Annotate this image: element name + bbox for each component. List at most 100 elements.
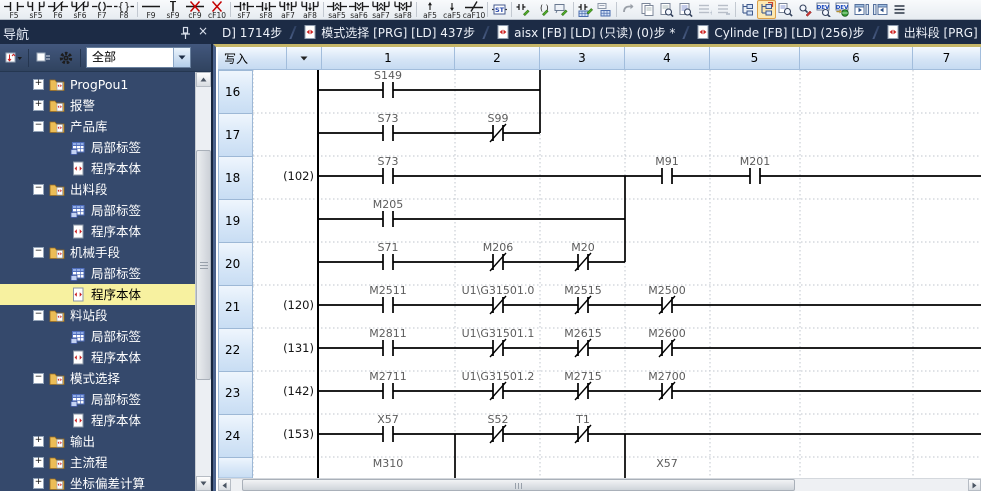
chevron-down-icon[interactable] — [173, 48, 190, 67]
tree-item-坐标偏差计算[interactable]: + 坐标偏差计算 — [0, 473, 195, 491]
tool-rising-pulse-branch-button[interactable]: aF7 — [277, 0, 299, 19]
collapse-icon[interactable]: − — [33, 247, 44, 258]
device-batch-find-button[interactable]: DEV — [814, 0, 833, 19]
expand-icon[interactable]: + — [33, 457, 44, 468]
tree-item-模式选择[interactable]: − 模式选择 — [0, 368, 195, 389]
tool-falling-pulse-close-branch-button[interactable]: saF8 — [392, 0, 414, 19]
find-document-button[interactable] — [657, 0, 676, 19]
tool-falling-pulse-button[interactable]: sF8 — [255, 0, 277, 19]
row-number-cell[interactable]: 19 — [218, 199, 253, 243]
edit-contact-grid-button[interactable] — [576, 0, 595, 19]
ladder-mode-dropdown[interactable] — [287, 47, 322, 70]
undo-gray-button[interactable] — [619, 0, 638, 19]
row-number-cell[interactable]: 23 — [218, 371, 253, 415]
row-number-cell[interactable]: 24 — [218, 414, 253, 458]
tool-close-contact-branch-button[interactable]: sF6 — [69, 0, 91, 19]
tool-invert-result-button[interactable]: aF5 — [419, 0, 441, 19]
tool-falling-pulse-close-button[interactable]: saF6 — [348, 0, 370, 19]
tree-item-局部标签[interactable]: 局部标签 — [0, 263, 195, 284]
edit-coil-button[interactable]: ( ) — [533, 0, 552, 19]
tool-rising-pulse-close-branch-button[interactable]: saF7 — [370, 0, 392, 19]
window-tile-right-button[interactable] — [871, 0, 890, 19]
tree-filter-dropdown[interactable]: 全部 — [86, 47, 191, 68]
row-number-cell[interactable]: 21 — [218, 285, 253, 329]
document-tab[interactable]: D] 1714步 — [213, 20, 291, 44]
tree-item-局部标签[interactable]: 局部标签 — [0, 137, 195, 158]
edit-statement-button[interactable] — [552, 0, 571, 19]
row-number-cell[interactable]: 16 — [218, 70, 253, 114]
row-number-cell[interactable] — [218, 457, 253, 479]
tool-vertical-line-button[interactable]: sF9 — [162, 0, 184, 19]
document-tab[interactable]: 模式选择 [PRG] [LD] 437步 — [295, 20, 484, 44]
collapse-icon[interactable]: − — [33, 310, 44, 321]
row-number-cell[interactable]: 20 — [218, 242, 253, 286]
delete-row-faded-button[interactable] — [714, 0, 733, 19]
copy-document-button[interactable] — [638, 0, 657, 19]
tool-open-contact-button[interactable]: F5 — [3, 0, 25, 19]
tree-item-程序本体[interactable]: 程序本体 — [0, 284, 195, 305]
tool-delete-line-button[interactable]: caF10 — [463, 0, 485, 19]
tree-display-button[interactable] — [738, 0, 757, 19]
tree-item-局部标签[interactable]: 局部标签 — [0, 326, 195, 347]
find-document-alt-button[interactable] — [676, 0, 695, 19]
edit-contact-button[interactable] — [514, 0, 533, 19]
tree-item-局部标签[interactable]: 局部标签 — [0, 200, 195, 221]
settings-gear-icon[interactable] — [56, 48, 75, 67]
tree-item-料站段[interactable]: − 料站段 — [0, 305, 195, 326]
edit-note-grid-button[interactable] — [595, 0, 614, 19]
list-view-button[interactable] — [890, 0, 909, 19]
tree-scrollbar-thumb[interactable] — [196, 150, 211, 380]
tree-item-程序本体[interactable]: 程序本体 — [0, 410, 195, 431]
tree-item-ProgPou1[interactable]: + ProgPou1 — [0, 74, 195, 95]
tool-coil-button[interactable]: F7 — [91, 0, 113, 19]
collapse-icon[interactable]: − — [33, 184, 44, 195]
find-device-button[interactable] — [776, 0, 795, 19]
tool-rising-pulse-close-button[interactable]: saF5 — [326, 0, 348, 19]
scroll-down-button[interactable] — [196, 476, 211, 491]
document-tab[interactable]: Cylinde [FB] [LD] (256)步 — [688, 20, 873, 44]
tool-horizontal-line-button[interactable]: F9 — [140, 0, 162, 19]
tree-item-出料段[interactable]: − 出料段 — [0, 179, 195, 200]
ladder-grid[interactable]: 16 17 18 19 20 21 22 23 24 S149 S73 S99 (10… — [218, 69, 981, 479]
tree-item-程序本体[interactable]: 程序本体 — [0, 158, 195, 179]
expand-icon[interactable]: + — [33, 100, 44, 111]
tree-item-产品库[interactable]: − 产品库 — [0, 116, 195, 137]
tool-falling-pulse-branch-button[interactable]: aF8 — [299, 0, 321, 19]
scroll-right-button[interactable] — [968, 479, 981, 491]
tool-open-contact-branch-button[interactable]: sF5 — [25, 0, 47, 19]
tree-item-报警[interactable]: + 报警 — [0, 95, 195, 116]
pin-icon[interactable] — [179, 25, 192, 39]
row-number-cell[interactable]: 17 — [218, 113, 253, 157]
ladder-mode-cell[interactable]: 写入 — [218, 47, 287, 70]
collapse-icon[interactable]: − — [33, 373, 44, 384]
collapse-tool-button[interactable] — [34, 48, 53, 67]
document-tab[interactable]: aisx [FB] [LD] (只读) (0)步 * — [488, 20, 684, 44]
tree-display-active-button[interactable] — [757, 0, 776, 19]
tree-scrollbar[interactable] — [195, 72, 211, 491]
tool-close-contact-button[interactable]: F6 — [47, 0, 69, 19]
tool-convert-result-button[interactable]: caF5 — [441, 0, 463, 19]
tree-item-程序本体[interactable]: 程序本体 — [0, 221, 195, 242]
document-tab[interactable]: 出料段 [PRG] [L — [878, 20, 981, 44]
inline-st-button[interactable]: ST — [490, 0, 509, 19]
row-number-cell[interactable]: 18 — [218, 156, 253, 200]
expand-icon[interactable]: + — [33, 478, 44, 489]
ladder-horizontal-scrollbar[interactable] — [218, 478, 981, 491]
tool-delete-vertical-line-button[interactable]: cF10 — [206, 0, 228, 19]
collapse-icon[interactable]: − — [33, 121, 44, 132]
tree-item-程序本体[interactable]: 程序本体 — [0, 347, 195, 368]
row-number-cell[interactable]: 22 — [218, 328, 253, 372]
close-icon[interactable]: × — [196, 23, 210, 39]
expand-icon[interactable]: + — [33, 436, 44, 447]
ladder-scrollbar-thumb[interactable] — [242, 479, 795, 491]
tree-item-局部标签[interactable]: 局部标签 — [0, 389, 195, 410]
tool-rising-pulse-button[interactable]: sF7 — [233, 0, 255, 19]
tool-application-instruction-button[interactable]: {} F8 — [113, 0, 135, 19]
find-device-edit-button[interactable] — [795, 0, 814, 19]
insert-row-faded-button[interactable]: + — [695, 0, 714, 19]
tree-item-输出[interactable]: + 输出 — [0, 431, 195, 452]
scroll-left-button[interactable] — [218, 479, 231, 491]
tree-item-主流程[interactable]: + 主流程 — [0, 452, 195, 473]
sort-tool-button[interactable] — [4, 48, 23, 67]
expand-icon[interactable]: + — [33, 79, 44, 90]
